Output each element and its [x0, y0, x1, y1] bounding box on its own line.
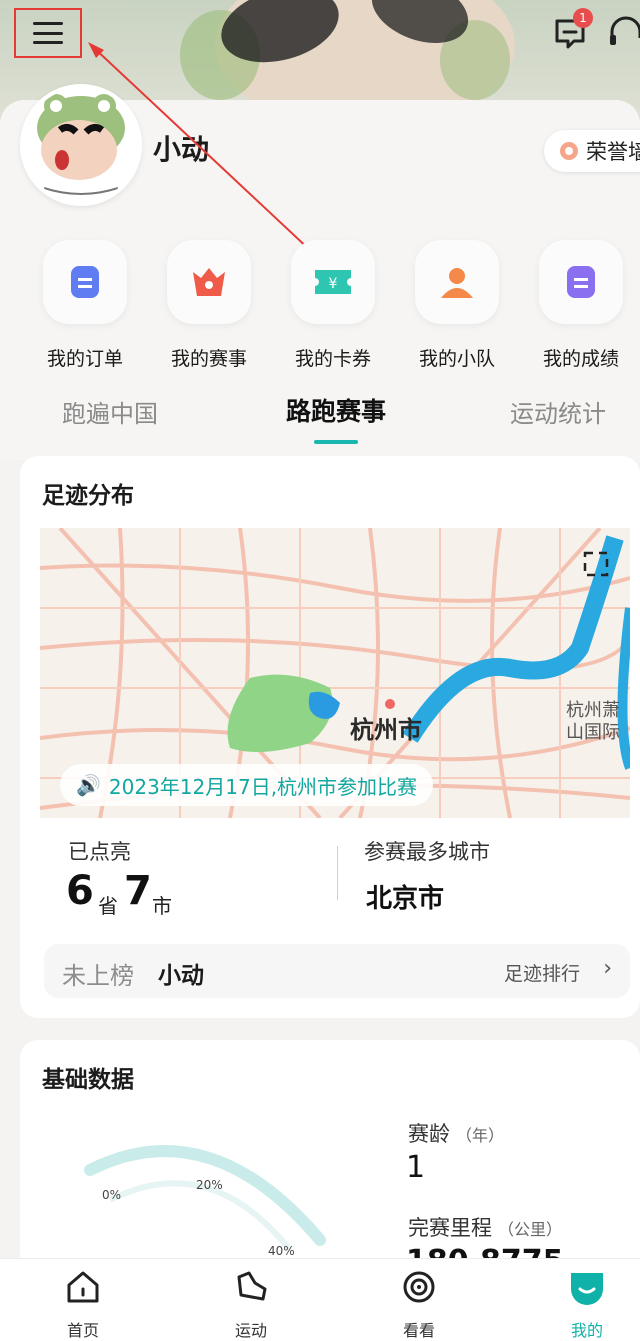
honor-wall-button[interactable]: 荣誉墙 [544, 130, 640, 172]
city-unit: 市 [152, 894, 172, 918]
nav-label: 首页 [66, 1321, 99, 1340]
distance-unit: （公里） [498, 1220, 563, 1239]
tab-sport-stats[interactable]: 运动统计 [510, 394, 606, 429]
bottom-nav: 首页 运动 看看 我的 [0, 1258, 640, 1341]
chevron-right-icon: › [603, 956, 612, 981]
profile-icon [571, 1273, 603, 1305]
map-place-label: 杭州萧山国际机场 [566, 700, 620, 743]
province-unit: 省 [98, 894, 118, 918]
quick-link-label: 我的卡券 [294, 348, 371, 370]
medal-icon [560, 142, 578, 160]
rank-username: 小动 [158, 963, 204, 989]
quick-link-races[interactable]: 我的赛事 [164, 240, 254, 371]
quick-link-label: 我的赛事 [170, 348, 247, 370]
menu-button[interactable] [14, 8, 82, 58]
quick-link-team[interactable]: 我的小队 [412, 240, 502, 371]
most-city-value: 北京市 [366, 884, 445, 914]
gauge-label: 40% [268, 1244, 295, 1258]
footprint-note: 🔊 2023年12月17日,杭州市参加比赛 [60, 764, 434, 806]
honor-wall-label: 荣誉墙 [586, 140, 640, 164]
score-icon [567, 266, 595, 298]
rank-link[interactable]: 足迹排行 [504, 959, 580, 986]
coupon-icon: ¥ [315, 270, 351, 294]
map-city-label: 杭州市 [350, 716, 422, 744]
svg-text:¥: ¥ [329, 276, 338, 292]
distance-label: 完赛里程 （公里） [408, 1216, 563, 1240]
username: 小动 [153, 133, 210, 166]
province-count: 6 [66, 868, 94, 914]
most-city-label: 参赛最多城市 [364, 840, 490, 864]
tab-road-races[interactable]: 路跑赛事 [286, 392, 386, 428]
quick-link-label: 我的小队 [418, 348, 495, 370]
tab-china-run[interactable]: 跑遍中国 [62, 394, 158, 429]
rank-status: 未上榜 [62, 962, 134, 990]
team-icon [441, 268, 473, 298]
quick-link-label: 我的成绩 [542, 348, 619, 370]
footprint-note-text: 2023年12月17日,杭州市参加比赛 [108, 774, 418, 799]
footprint-rank-row[interactable]: 未上榜 小动 足迹排行 › [44, 944, 630, 998]
basic-data-title: 基础数据 [42, 1067, 134, 1093]
nav-label: 运动 [234, 1321, 267, 1340]
gauge-label: 20% [196, 1178, 223, 1192]
quick-link-label: 我的订单 [46, 348, 123, 370]
message-badge: 1 [573, 8, 593, 28]
nav-home[interactable]: 首页 [38, 1267, 128, 1341]
nav-label: 看看 [402, 1321, 435, 1340]
quick-link-scores[interactable]: 我的成绩 [536, 240, 626, 371]
customer-service-icon[interactable] [606, 16, 640, 50]
tab-indicator [314, 440, 358, 444]
gauge-label: 0% [102, 1188, 122, 1202]
race-age-unit: （年） [456, 1126, 505, 1145]
race-age-label: 赛龄 （年） [408, 1122, 505, 1146]
speaker-icon: 🔊 [76, 773, 101, 797]
order-icon [71, 266, 99, 298]
stats-divider [337, 846, 338, 900]
quick-link-coupons[interactable]: ¥ 我的卡券 [288, 240, 378, 371]
lit-label: 已点亮 [68, 840, 131, 864]
hamburger-icon [33, 22, 63, 44]
quick-link-orders[interactable]: 我的订单 [40, 240, 130, 371]
avatar[interactable] [20, 84, 142, 206]
home-icon [67, 1271, 99, 1303]
race-age-value: 1 [406, 1150, 426, 1185]
city-count: 7 [124, 868, 152, 914]
sport-icon [237, 1271, 267, 1301]
footprint-title: 足迹分布 [42, 483, 134, 509]
nav-label: 我的 [570, 1321, 603, 1340]
nav-watch[interactable]: 看看 [374, 1267, 464, 1341]
footprint-map[interactable]: 杭州市 杭州萧山国际机场 🔊 2023年12月17日,杭州市参加比赛 [40, 528, 630, 818]
nav-mine[interactable]: 我的 [542, 1267, 632, 1341]
eye-icon [403, 1271, 435, 1303]
nav-sport[interactable]: 运动 [206, 1267, 296, 1341]
race-icon [193, 268, 225, 296]
